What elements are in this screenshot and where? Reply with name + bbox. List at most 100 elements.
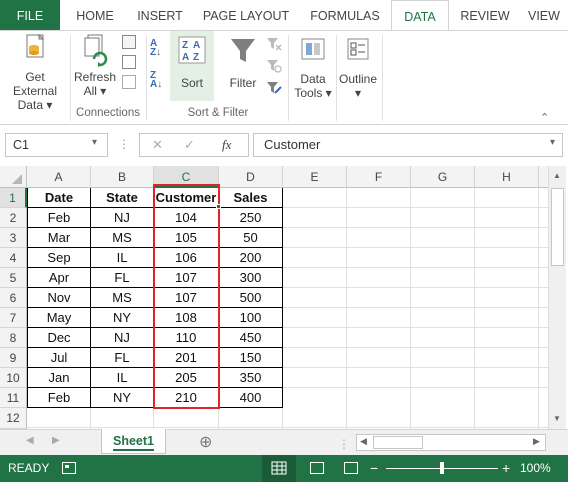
table-header-cell[interactable]: Sales: [219, 188, 282, 208]
row-header[interactable]: 9: [0, 348, 27, 368]
column-header[interactable]: D: [219, 166, 283, 188]
row-header[interactable]: 7: [0, 308, 27, 328]
tab-view[interactable]: VIEW: [528, 0, 568, 30]
column-header[interactable]: B: [91, 166, 154, 188]
column-header[interactable]: E: [283, 166, 347, 188]
outline-button[interactable]: Outline ▾: [336, 35, 380, 100]
prev-sheet-icon[interactable]: ◀: [26, 435, 34, 446]
normal-view-button[interactable]: [262, 455, 296, 482]
refresh-all-button[interactable]: Refresh All ▾: [72, 33, 118, 98]
formula-input[interactable]: Customer: [253, 133, 563, 157]
table-header-cell[interactable]: State: [91, 188, 153, 208]
macro-record-icon[interactable]: [62, 462, 76, 474]
table-cell[interactable]: 500: [219, 288, 282, 308]
table-cell[interactable]: 350: [219, 368, 282, 388]
get-external-data-button[interactable]: Get External Data ▾: [2, 33, 68, 112]
table-cell[interactable]: 200: [219, 248, 282, 268]
tab-data[interactable]: DATA: [391, 0, 449, 31]
connections-icon[interactable]: [122, 35, 136, 49]
table-cell[interactable]: May: [28, 308, 90, 328]
zoom-level[interactable]: 100%: [520, 455, 551, 482]
column-header[interactable]: A: [27, 166, 91, 188]
table-cell[interactable]: 450: [219, 328, 282, 348]
page-layout-view-icon[interactable]: [310, 462, 324, 474]
edit-links-icon[interactable]: [122, 75, 136, 89]
table-cell[interactable]: NJ: [91, 208, 153, 228]
row-header[interactable]: 5: [0, 268, 27, 288]
tab-file[interactable]: FILE: [0, 0, 60, 30]
clear-filter-icon[interactable]: [266, 37, 282, 51]
row-header-selected[interactable]: 1: [0, 188, 27, 208]
row-header[interactable]: 6: [0, 288, 27, 308]
insert-function-icon[interactable]: fx: [222, 137, 231, 153]
scroll-right-icon[interactable]: ▶: [533, 436, 540, 447]
table-cell[interactable]: NY: [91, 388, 153, 408]
sort-a-to-z-icon[interactable]: A Z↓: [150, 39, 168, 59]
table-cell[interactable]: Nov: [28, 288, 90, 308]
zoom-out-button[interactable]: −: [370, 455, 378, 482]
scroll-up-icon[interactable]: ▲: [553, 171, 561, 180]
table-cell[interactable]: IL: [91, 368, 153, 388]
table-cell[interactable]: 400: [219, 388, 282, 408]
table-cell[interactable]: IL: [91, 248, 153, 268]
name-box-dropdown-icon[interactable]: ▾: [92, 137, 97, 148]
splitter-grip-icon[interactable]: ⋮: [338, 437, 350, 451]
tab-home[interactable]: HOME: [66, 0, 124, 30]
row-header[interactable]: 2: [0, 208, 27, 228]
sheet-tab-sheet1[interactable]: Sheet1: [101, 429, 166, 454]
column-header[interactable]: H: [475, 166, 539, 188]
table-cell[interactable]: NJ: [91, 328, 153, 348]
row-header[interactable]: 10: [0, 368, 27, 388]
cancel-icon[interactable]: ✕: [152, 137, 163, 153]
table-cell[interactable]: Jul: [28, 348, 90, 368]
tab-page-layout[interactable]: PAGE LAYOUT: [196, 0, 296, 30]
tab-review[interactable]: REVIEW: [454, 0, 516, 30]
filter-button[interactable]: Filter: [222, 35, 264, 90]
column-header[interactable]: G: [411, 166, 475, 188]
row-header[interactable]: 8: [0, 328, 27, 348]
table-cell[interactable]: Feb: [28, 208, 90, 228]
table-cell[interactable]: NY: [91, 308, 153, 328]
table-header-cell[interactable]: Date: [28, 188, 90, 208]
table-cell[interactable]: 250: [219, 208, 282, 228]
table-cell[interactable]: 100: [219, 308, 282, 328]
tab-formulas[interactable]: FORMULAS: [302, 0, 388, 30]
properties-icon[interactable]: [122, 55, 136, 69]
tab-insert[interactable]: INSERT: [128, 0, 192, 30]
horizontal-scrollbar[interactable]: ◀ ▶: [356, 434, 546, 451]
row-header[interactable]: 4: [0, 248, 27, 268]
row-header[interactable]: 11: [0, 388, 27, 408]
advanced-filter-icon[interactable]: [266, 81, 282, 95]
table-cell[interactable]: 50: [219, 228, 282, 248]
hscroll-thumb[interactable]: [373, 436, 423, 449]
table-cell[interactable]: Sep: [28, 248, 90, 268]
table-cell[interactable]: FL: [91, 348, 153, 368]
table-cell[interactable]: MS: [91, 228, 153, 248]
page-break-view-icon[interactable]: [344, 462, 358, 474]
vertical-scrollbar[interactable]: ▲ ▼: [548, 166, 566, 429]
sort-button[interactable]: Z A A Z Sort: [170, 35, 214, 90]
table-cell[interactable]: Feb: [28, 388, 90, 408]
table-cell[interactable]: MS: [91, 288, 153, 308]
table-cell[interactable]: Mar: [28, 228, 90, 248]
table-cell[interactable]: 300: [219, 268, 282, 288]
table-cell[interactable]: 150: [219, 348, 282, 368]
expand-formula-bar-icon[interactable]: ▾: [550, 137, 555, 148]
row-header[interactable]: 12: [0, 408, 27, 429]
select-all-corner[interactable]: [0, 166, 27, 188]
scroll-thumb[interactable]: [551, 188, 564, 266]
table-cell[interactable]: Dec: [28, 328, 90, 348]
data-tools-button[interactable]: Data Tools ▾: [292, 35, 334, 100]
next-sheet-icon[interactable]: ▶: [52, 435, 60, 446]
table-cell[interactable]: Apr: [28, 268, 90, 288]
column-header[interactable]: F: [347, 166, 411, 188]
column-header[interactable]: [539, 166, 548, 188]
table-cell[interactable]: Jan: [28, 368, 90, 388]
enter-icon[interactable]: ✓: [184, 137, 195, 153]
reapply-icon[interactable]: [266, 59, 282, 73]
zoom-in-button[interactable]: +: [502, 455, 510, 482]
scroll-left-icon[interactable]: ◀: [360, 436, 367, 447]
add-sheet-icon[interactable]: ⊕: [199, 432, 212, 452]
collapse-ribbon-icon[interactable]: ⌃: [540, 111, 549, 124]
fill-handle[interactable]: [216, 204, 221, 209]
